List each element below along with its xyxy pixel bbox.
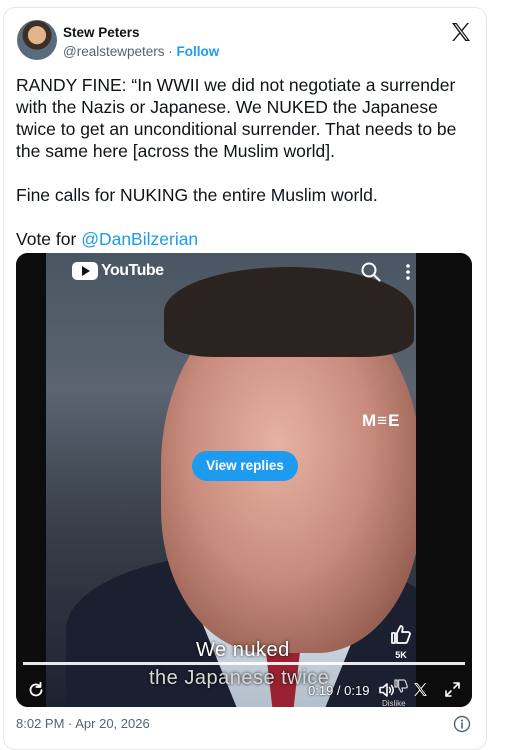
author-handle[interactable]: @realstewpeters [63,44,165,59]
author-handle-line: @realstewpeters · Follow [63,44,219,59]
follow-link[interactable]: Follow [177,44,220,59]
video-letterbox-right [416,253,472,707]
replay-icon[interactable] [27,681,45,699]
view-replies-button[interactable]: View replies [192,451,298,481]
info-icon[interactable] [453,715,471,733]
tweet-paragraph-1: RANDY FINE: “In WWII we did not negotiat… [16,75,457,161]
youtube-logo[interactable]: YouTube [72,262,164,280]
channel-watermark: M≡E [362,411,401,430]
time-display: 0:19 / 0:19 [308,683,370,698]
youtube-wordmark: YouTube [101,262,164,279]
handle-separator: · [164,44,177,59]
caption-line-1: We nuked [196,639,290,661]
search-icon[interactable] [360,261,382,283]
vote-prefix: Vote for [16,229,82,249]
video-player[interactable]: YouTube M≡E View replies 5K We nuked the… [16,253,472,707]
more-options-icon[interactable] [400,261,416,283]
mention-link[interactable]: @DanBilzerian [81,229,198,249]
dislike-label: Dislike [382,699,406,707]
x-logo-icon[interactable] [449,20,473,44]
author-name[interactable]: Stew Peters [63,25,140,40]
progress-bar[interactable] [23,662,465,665]
youtube-play-icon [72,262,98,280]
tweet-vote-line: Vote for @DanBilzerian [16,228,481,250]
tweet-timestamp[interactable]: 8:02 PM · Apr 20, 2026 [16,716,150,731]
x-share-icon[interactable] [412,681,429,698]
video-letterbox-left [16,253,46,707]
tweet-text: RANDY FINE: “In WWII we did not negotiat… [16,74,481,250]
like-icon[interactable] [388,621,414,647]
dislike-icon[interactable] [392,677,410,695]
avatar[interactable] [17,20,57,60]
tweet-paragraph-2: Fine calls for NUKING the entire Muslim … [16,185,378,205]
caption-line-2: the Japanese twice [149,667,330,689]
fullscreen-icon[interactable] [444,681,461,698]
like-count: 5K [395,650,407,660]
